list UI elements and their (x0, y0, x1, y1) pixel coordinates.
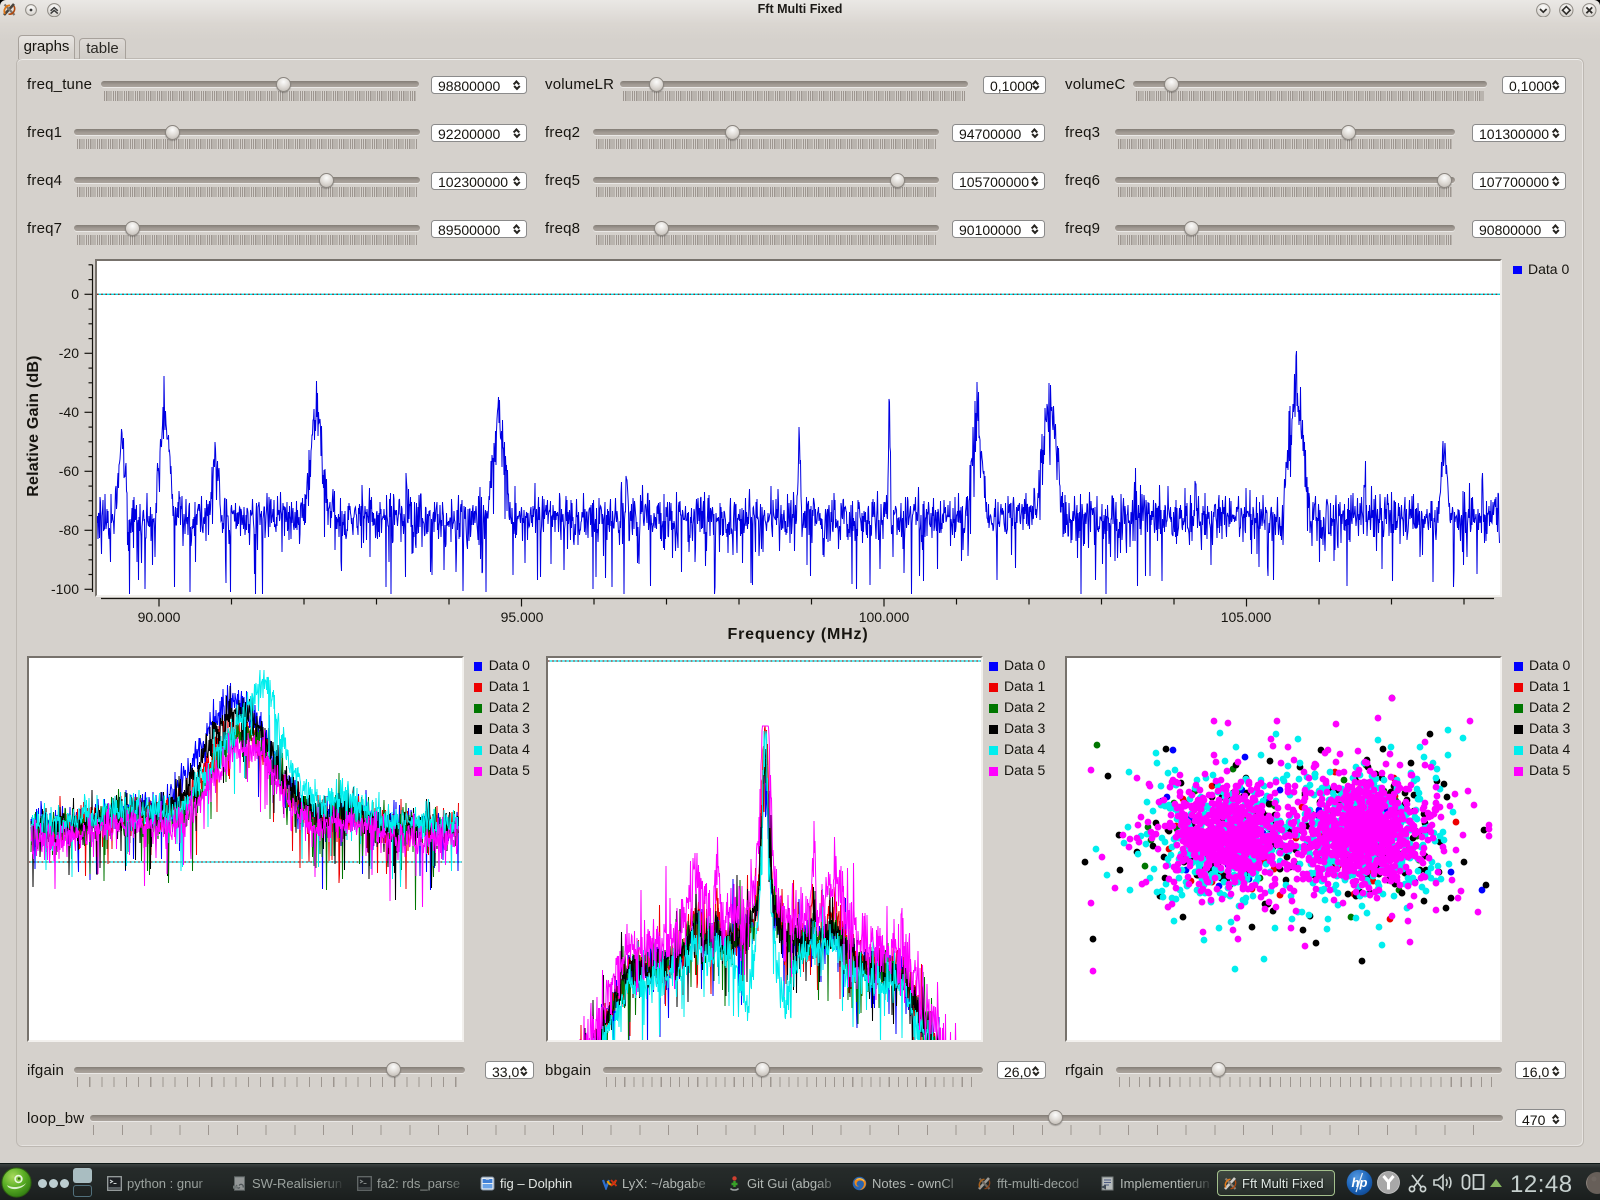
svg-text:Relative Gain (dB): Relative Gain (dB) (25, 355, 42, 496)
